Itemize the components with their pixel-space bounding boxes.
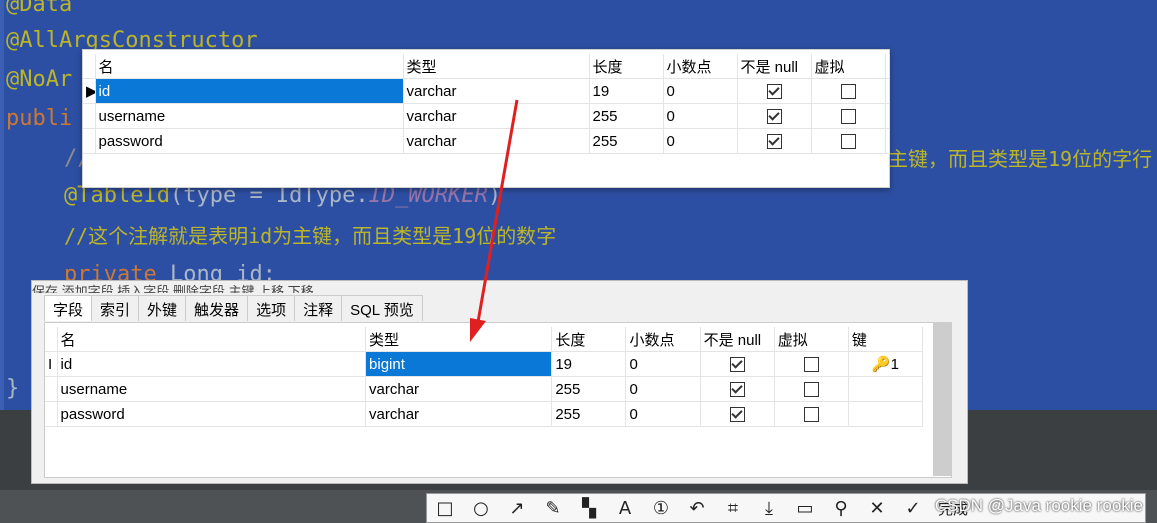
circle-icon[interactable]: ○ xyxy=(463,498,499,519)
download-icon[interactable]: ⤓ xyxy=(751,498,787,519)
ocr-icon[interactable]: ⌗ xyxy=(715,498,751,519)
pen-icon[interactable]: ✎ xyxy=(535,498,571,519)
undo-icon[interactable]: ↶ xyxy=(679,498,715,519)
text-icon[interactable]: A xyxy=(607,498,643,519)
annotation-arrow xyxy=(470,99,519,342)
pin-icon[interactable]: ⚲ xyxy=(823,498,859,519)
save-icon[interactable]: ▭ xyxy=(787,498,823,519)
mosaic-icon[interactable]: ▚ xyxy=(571,498,607,519)
arrow-head xyxy=(470,318,486,342)
arrow-shaft xyxy=(476,99,519,323)
number-icon[interactable]: ① xyxy=(643,498,679,519)
rectangle-icon[interactable]: □ xyxy=(427,498,463,519)
arrow-icon[interactable]: ↗ xyxy=(499,498,535,519)
close-icon[interactable]: ✕ xyxy=(859,498,895,519)
done-icon[interactable]: ✓ xyxy=(895,498,931,519)
watermark: CSDN @Java rookie rookie xyxy=(934,496,1143,515)
